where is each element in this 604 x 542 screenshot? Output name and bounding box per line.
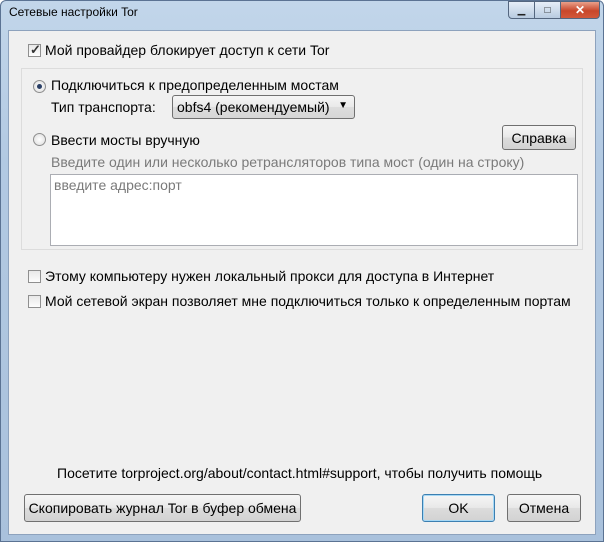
close-icon: ✕ (574, 3, 586, 17)
proxy-checkbox-label[interactable]: Этому компьютеру нужен локальный прокси … (45, 268, 494, 284)
manual-bridges-hint: Введите один или несколько ретрансляторо… (51, 154, 525, 170)
checkmark-icon: ✓ (30, 42, 41, 57)
manual-bridges-radio[interactable] (33, 133, 46, 146)
window-title: Сетевые настройки Tor (9, 5, 138, 19)
bridges-textarea-placeholder: введите адрес:порт (54, 177, 182, 193)
predefined-bridges-radio[interactable] (33, 80, 46, 93)
blocked-checkbox-label[interactable]: Мой провайдер блокирует доступ к сети To… (45, 42, 329, 58)
help-button[interactable]: Справка (502, 125, 576, 150)
minimize-icon: ▁ (517, 4, 526, 16)
maximize-button[interactable]: □ (534, 1, 561, 19)
radio-selected-icon (37, 84, 42, 89)
proxy-checkbox[interactable] (28, 270, 41, 283)
predefined-bridges-label[interactable]: Подключиться к предопределенным мостам (51, 77, 339, 93)
close-button[interactable]: ✕ (560, 1, 600, 19)
dialog-window: Сетевые настройки Tor ▁ □ ✕ ✓ Мой провай… (0, 0, 604, 542)
blocked-checkbox[interactable]: ✓ (28, 42, 41, 57)
bridges-textarea[interactable]: введите адрес:порт (50, 174, 578, 246)
dialog-client-area: ✓ Мой провайдер блокирует доступ к сети … (8, 30, 596, 535)
maximize-icon: □ (544, 4, 551, 16)
cancel-button[interactable]: Отмена (507, 494, 581, 522)
ok-button[interactable]: OK (422, 494, 495, 522)
title-bar[interactable]: Сетевые настройки Tor ▁ □ ✕ (1, 1, 603, 23)
bridges-group: Подключиться к предопределенным мостам Т… (21, 68, 583, 250)
firewall-checkbox[interactable] (28, 295, 41, 308)
dropdown-arrow-icon: ▼ (338, 100, 348, 111)
help-text: Посетите torproject.org/about/contact.ht… (57, 465, 543, 481)
minimize-button[interactable]: ▁ (508, 1, 535, 19)
transport-type-value: obfs4 (рекомендуемый) (177, 99, 330, 115)
manual-bridges-label[interactable]: Ввести мосты вручную (51, 132, 200, 148)
copy-log-button[interactable]: Скопировать журнал Tor в буфер обмена (24, 494, 301, 522)
transport-type-label: Тип транспорта: (51, 99, 156, 115)
transport-type-select[interactable]: obfs4 (рекомендуемый) ▼ (172, 95, 355, 119)
firewall-checkbox-label[interactable]: Мой сетевой экран позволяет мне подключи… (45, 293, 571, 309)
